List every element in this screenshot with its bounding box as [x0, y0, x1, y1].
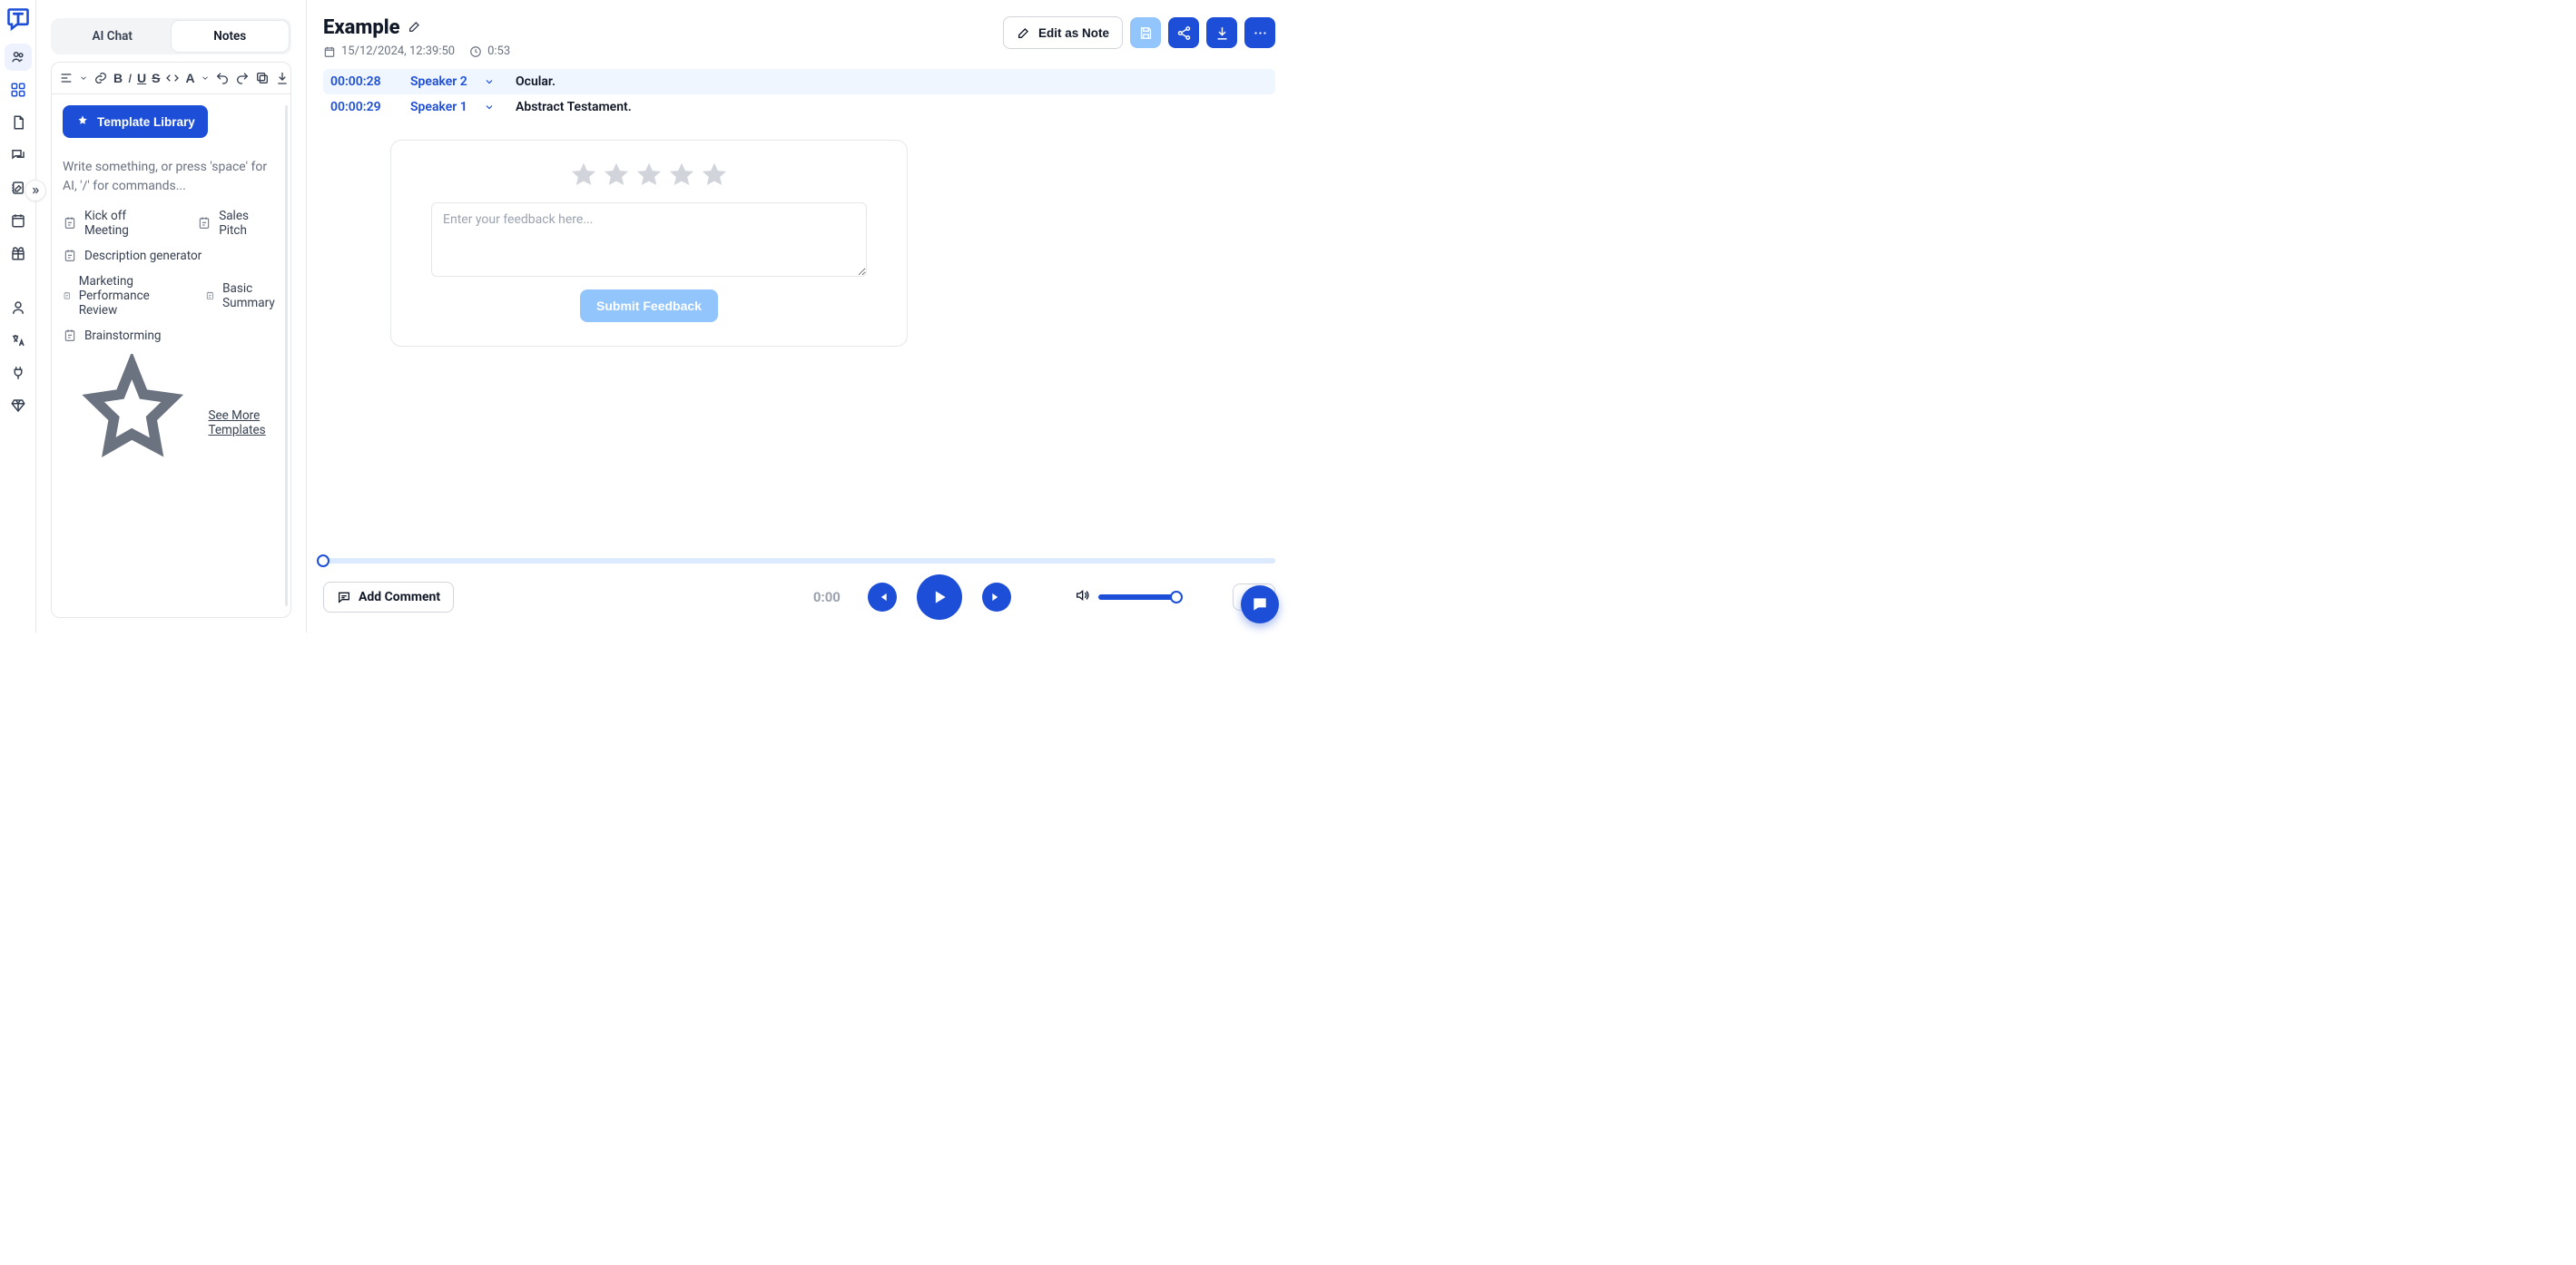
template-item[interactable]: Brainstorming: [63, 329, 162, 343]
transcript: 00:00:28 Speaker 2 Ocular. 00:00:29 Spea…: [323, 69, 1275, 120]
feedback-textarea[interactable]: [431, 202, 867, 277]
download-icon[interactable]: [275, 68, 290, 88]
underline-icon[interactable]: U: [137, 68, 146, 88]
sidebar-dashboard-icon[interactable]: [5, 76, 32, 103]
link-icon[interactable]: [93, 68, 108, 88]
sidebar-document-icon[interactable]: [5, 109, 32, 136]
copy-icon[interactable]: [255, 68, 270, 88]
font-color-icon[interactable]: A: [185, 68, 194, 88]
editor-toolbar: B I U S A: [52, 63, 290, 94]
notes-pane: AI Chat Notes B I U S A: [36, 0, 307, 632]
transcript-text: Abstract Testament.: [516, 100, 632, 114]
star-icon[interactable]: [667, 161, 696, 190]
sidebar-plug-icon[interactable]: [5, 359, 32, 387]
floating-chat-button[interactable]: [1241, 585, 1279, 623]
sidebar-gift-icon[interactable]: [5, 240, 32, 267]
sidebar-expand-button[interactable]: [25, 180, 46, 201]
code-icon[interactable]: [165, 68, 180, 88]
sidebar-translate-icon[interactable]: [5, 327, 32, 354]
sidebar-chat-icon[interactable]: [5, 142, 32, 169]
transcript-speaker[interactable]: Speaker 1: [410, 100, 501, 114]
current-time: 0:00: [813, 589, 841, 605]
sidebar-people-icon[interactable]: [5, 44, 32, 71]
redo-icon[interactable]: [235, 68, 250, 88]
save-icon[interactable]: [1130, 17, 1161, 48]
next-track-button[interactable]: [982, 583, 1011, 612]
pane-tabs: AI Chat Notes: [51, 18, 291, 54]
star-icon[interactable]: [700, 161, 729, 190]
star-icon[interactable]: [634, 161, 664, 190]
star-icon[interactable]: [569, 161, 598, 190]
template-library-button[interactable]: Template Library: [63, 105, 208, 138]
scrollbar[interactable]: [285, 105, 288, 606]
transcript-text: Ocular.: [516, 74, 556, 89]
editor-card: B I U S A Template Library: [51, 62, 291, 618]
template-item[interactable]: Basic Summary: [205, 274, 280, 318]
feedback-card: Submit Feedback: [390, 140, 908, 347]
editor-placeholder: Write something, or press 'space' for AI…: [63, 158, 280, 196]
transcript-timestamp[interactable]: 00:00:29: [330, 100, 396, 114]
app-logo[interactable]: [5, 4, 31, 34]
share-icon[interactable]: [1168, 17, 1199, 48]
doc-date: 15/12/2024, 12:39:50: [323, 44, 455, 58]
document-title: Example: [323, 16, 400, 39]
submit-feedback-button[interactable]: Submit Feedback: [580, 289, 718, 322]
audio-player: Add Comment 0:00 1x: [323, 551, 1275, 632]
doc-duration: 0:53: [469, 44, 510, 58]
edit-as-note-button[interactable]: Edit as Note: [1003, 16, 1123, 49]
sidebar: [0, 0, 36, 632]
template-library-label: Template Library: [97, 115, 195, 129]
align-icon[interactable]: [59, 68, 74, 88]
transcript-pane: Example 15/12/2024, 12:39:50 0:53 Edit a…: [307, 0, 1288, 632]
undo-icon[interactable]: [215, 68, 230, 88]
star-icon[interactable]: [602, 161, 631, 190]
prev-track-button[interactable]: [868, 583, 897, 612]
template-item[interactable]: Kick off Meeting: [63, 209, 173, 238]
transcript-row[interactable]: 00:00:29 Speaker 1 Abstract Testament.: [323, 94, 1275, 120]
sidebar-user-icon[interactable]: [5, 294, 32, 321]
play-button[interactable]: [917, 574, 962, 620]
transcript-timestamp[interactable]: 00:00:28: [330, 74, 396, 89]
download-icon[interactable]: [1206, 17, 1237, 48]
template-suggestions: Kick off Meeting Sales Pitch Description…: [63, 209, 280, 493]
template-item[interactable]: Marketing Performance Review: [63, 274, 182, 318]
chevron-down-icon[interactable]: [201, 68, 210, 88]
strike-icon[interactable]: S: [152, 68, 160, 88]
volume-icon[interactable]: [1075, 588, 1089, 606]
rating-stars[interactable]: [569, 161, 729, 190]
template-item[interactable]: Description generator: [63, 249, 202, 263]
editor-body[interactable]: Template Library Write something, or pre…: [52, 94, 290, 617]
sidebar-diamond-icon[interactable]: [5, 392, 32, 419]
add-comment-button[interactable]: Add Comment: [323, 582, 454, 613]
chevron-down-icon[interactable]: [79, 68, 88, 88]
see-more-templates-link[interactable]: See More Templates: [63, 354, 280, 493]
template-item[interactable]: Sales Pitch: [197, 209, 280, 238]
italic-icon[interactable]: I: [128, 68, 132, 88]
volume-bar[interactable]: [1098, 594, 1176, 600]
volume-thumb[interactable]: [1170, 591, 1183, 603]
sidebar-calendar-icon[interactable]: [5, 207, 32, 234]
transcript-speaker[interactable]: Speaker 2: [410, 74, 501, 89]
seek-bar[interactable]: [323, 558, 1275, 564]
transcript-row[interactable]: 00:00:28 Speaker 2 Ocular.: [323, 69, 1275, 94]
seek-thumb[interactable]: [317, 554, 329, 567]
bold-icon[interactable]: B: [113, 68, 123, 88]
more-icon[interactable]: [1244, 17, 1275, 48]
tab-ai-chat[interactable]: AI Chat: [54, 21, 172, 52]
tab-notes[interactable]: Notes: [172, 21, 290, 52]
edit-title-icon[interactable]: [408, 19, 422, 37]
